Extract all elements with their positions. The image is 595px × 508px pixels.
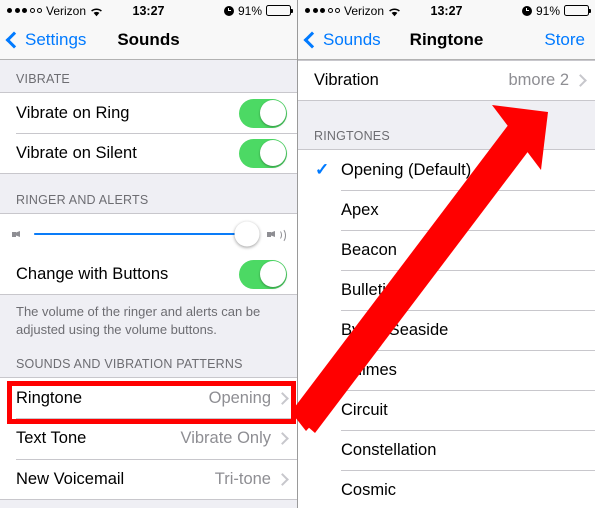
ringer-section-footer-note: The volume of the ringer and alerts can … (16, 304, 261, 337)
alarm-clock-icon (223, 5, 234, 16)
battery-icon (564, 5, 591, 16)
section-header-vibrate: VIBRATE (16, 72, 70, 86)
speaker-high-icon (267, 227, 286, 243)
row-label: Vibrate on Silent (16, 143, 137, 162)
ringtone-label: Apex (341, 200, 379, 219)
section-header-ringtones: RINGTONES (314, 129, 390, 143)
ringtone-label: Chimes (341, 360, 397, 379)
ringtone-picker-screen: Verizon 13:27 91% Sounds Ringtone Store (298, 0, 595, 508)
ringtone-label: Circuit (341, 400, 388, 419)
status-bar-right-group: 91% (521, 0, 591, 21)
chevron-right-icon (276, 472, 289, 486)
ringtone-label: Constellation (341, 440, 437, 459)
sounds-settings-screen: Verizon 13:27 91% Settings Sounds VIBRAT… (0, 0, 297, 508)
nav-bar-right: Sounds Ringtone Store (298, 21, 595, 60)
row-vibrate-on-silent[interactable]: Vibrate on Silent (0, 133, 297, 174)
ringtone-option-opening-default[interactable]: ✓ Opening (Default) (298, 150, 595, 190)
store-button[interactable]: Store (544, 30, 585, 50)
ringtone-options-list: ✓ Opening (Default) Apex Beacon Bulletin… (298, 149, 595, 508)
section-header-sounds-and-vibration-patterns: SOUNDS AND VIBRATION PATTERNS (16, 357, 243, 372)
ringtone-option-cosmic[interactable]: Cosmic (298, 470, 595, 508)
toggle-vibrate-on-silent[interactable] (239, 138, 287, 168)
row-value: bmore 2 (508, 71, 569, 89)
status-bar-right-group: 91% (223, 0, 293, 21)
section-header-ringer-and-alerts: RINGER AND ALERTS (16, 193, 149, 207)
ringtone-option-constellation[interactable]: Constellation (298, 430, 595, 470)
ringtone-label: Bulletin (341, 280, 396, 299)
chevron-right-icon (276, 391, 289, 405)
ringtone-option-byrne-seaside[interactable]: Byrne Seaside (298, 310, 595, 350)
row-text-tone[interactable]: Text Tone Vibrate Only (0, 418, 297, 460)
screen-divider (297, 0, 298, 508)
row-value: Vibrate Only (180, 429, 272, 448)
ringtone-list: Vibration bmore 2 RINGTONES ✓ Opening (D… (298, 60, 595, 508)
nav-bar-left: Settings Sounds (0, 21, 297, 60)
volume-slider-track[interactable] (34, 221, 260, 247)
row-vibration[interactable]: Vibration bmore 2 (298, 60, 595, 101)
speaker-low-icon (12, 227, 25, 241)
row-label: Ringtone (16, 388, 83, 407)
row-new-voicemail[interactable]: New Voicemail Tri-tone (0, 459, 297, 501)
chevron-right-icon (276, 432, 289, 446)
row-ringer-volume-slider[interactable] (0, 213, 297, 254)
status-bar-right: Verizon 13:27 91% (298, 0, 595, 21)
row-label: Vibrate on Ring (16, 103, 130, 122)
row-value: Tri-tone (214, 469, 271, 488)
ringtone-option-bulletin[interactable]: Bulletin (298, 270, 595, 310)
ringtone-label: Cosmic (341, 480, 397, 499)
page-title-sounds: Sounds (117, 30, 180, 49)
ringtone-option-circuit[interactable]: Circuit (298, 390, 595, 430)
row-label: New Voicemail (16, 469, 125, 488)
chevron-right-icon (574, 74, 587, 87)
ringtone-option-chimes[interactable]: Chimes (298, 350, 595, 390)
row-ringtone[interactable]: Ringtone Opening (0, 377, 297, 419)
battery-percent-label: 91% (237, 3, 262, 18)
battery-percent-label: 91% (535, 3, 560, 18)
ringtone-option-apex[interactable]: Apex (298, 190, 595, 230)
row-label: Vibration (314, 71, 379, 89)
toggle-change-with-buttons[interactable] (239, 259, 287, 289)
status-bar-left: Verizon 13:27 91% (0, 0, 297, 21)
alarm-clock-icon (521, 5, 532, 16)
row-label: Change with Buttons (16, 264, 169, 283)
row-label: Text Tone (16, 429, 87, 448)
ringtone-label: Opening (Default) (341, 160, 472, 179)
row-vibrate-on-ring[interactable]: Vibrate on Ring (0, 92, 297, 133)
row-value: Opening (208, 388, 271, 407)
ringtone-label: Byrne Seaside (341, 320, 449, 339)
battery-icon (266, 5, 293, 16)
toggle-vibrate-on-ring[interactable] (239, 98, 287, 128)
checkmark-icon: ✓ (315, 160, 330, 179)
row-change-with-buttons[interactable]: Change with Buttons (0, 254, 297, 295)
sounds-list: VIBRATE Vibrate on Ring Vibrate on Silen… (0, 60, 297, 501)
ringtone-label: Beacon (341, 240, 397, 259)
ringtone-option-beacon[interactable]: Beacon (298, 230, 595, 270)
volume-slider-knob[interactable] (234, 221, 260, 247)
